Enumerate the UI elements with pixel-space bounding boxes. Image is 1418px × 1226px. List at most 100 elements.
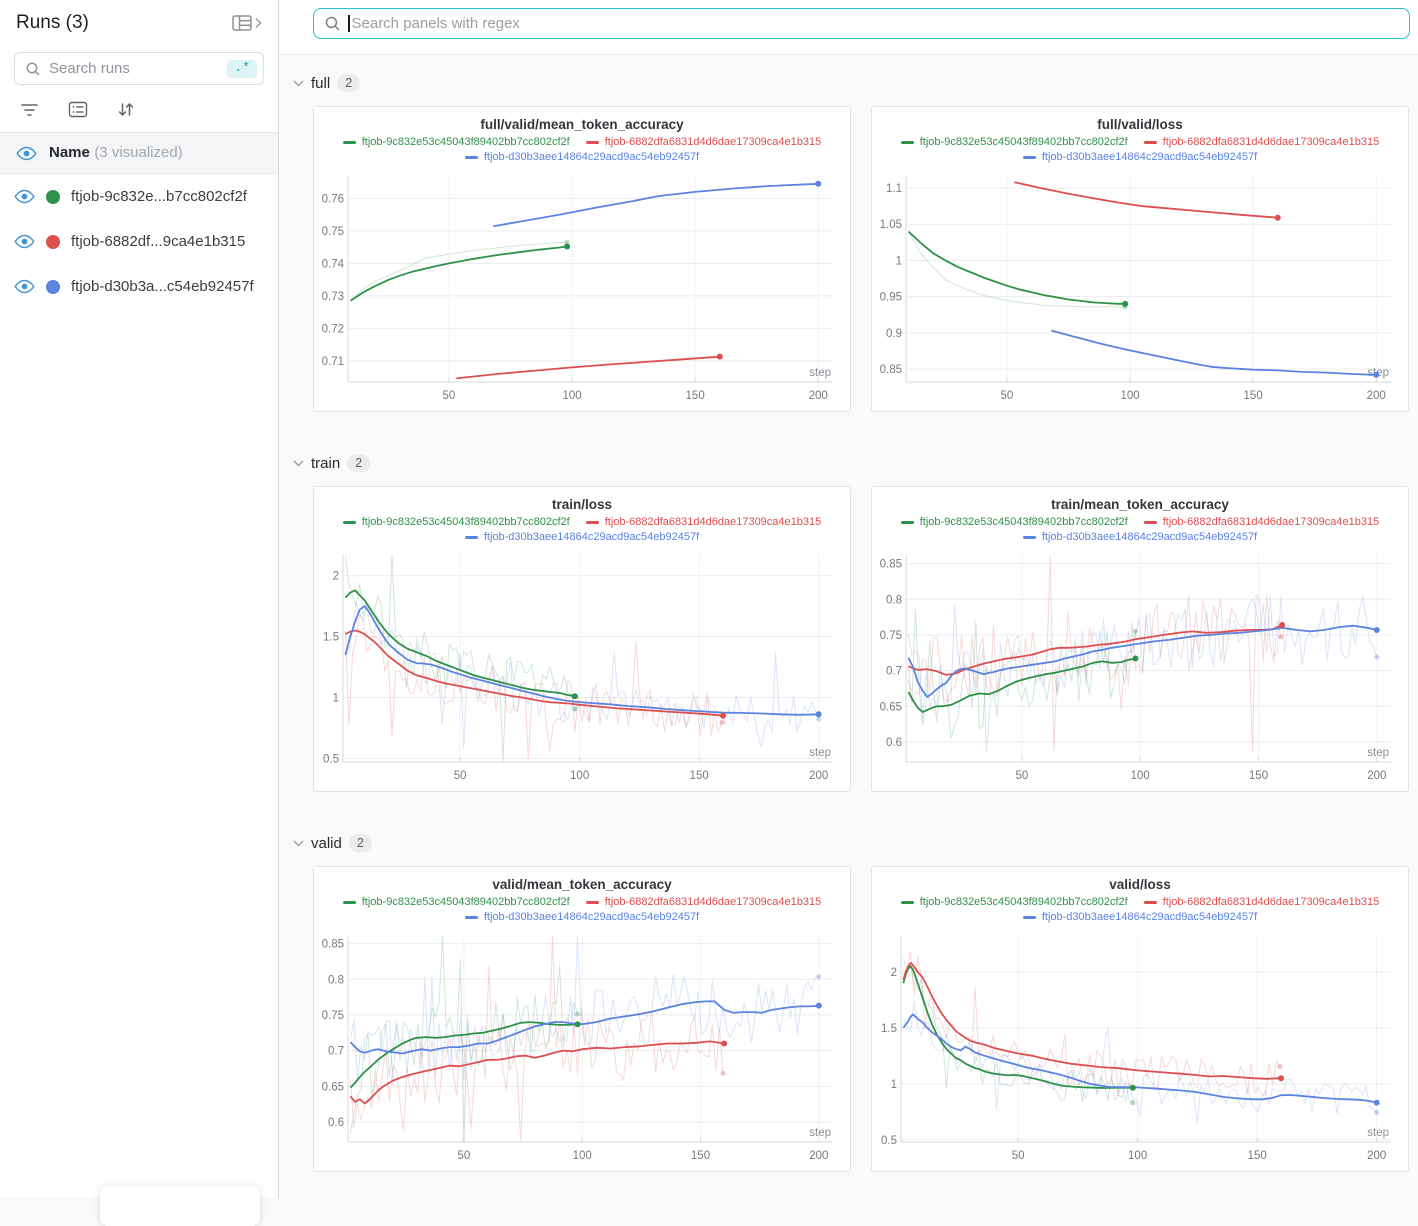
- legend-entry: ftjob-d30b3aee14864c29acd9ac54eb92457f: [465, 530, 699, 545]
- svg-text:150: 150: [690, 770, 709, 782]
- legend-run-name: ftjob-d30b3aee14864c29acd9ac54eb92457f: [484, 150, 699, 165]
- legend-dash-icon: [343, 521, 356, 524]
- svg-text:200: 200: [1367, 390, 1386, 402]
- chart-canvas[interactable]: 0.710.720.730.740.750.7650100150200step: [321, 167, 843, 405]
- visibility-eye-icon[interactable]: [14, 189, 35, 204]
- svg-text:1.05: 1.05: [880, 219, 902, 231]
- svg-text:step: step: [809, 367, 831, 379]
- svg-text:200: 200: [1367, 770, 1386, 782]
- visibility-eye-icon[interactable]: [14, 279, 35, 294]
- search-runs-input[interactable]: Search runs .*: [14, 52, 264, 85]
- svg-text:0.75: 0.75: [880, 630, 902, 642]
- chart-title: train/loss: [321, 497, 843, 512]
- legend-entry: ftjob-d30b3aee14864c29acd9ac54eb92457f: [1023, 910, 1257, 925]
- svg-text:0.9: 0.9: [886, 328, 902, 340]
- legend-dash-icon: [1144, 141, 1157, 144]
- section-header[interactable]: full 2: [293, 72, 1418, 94]
- chart-legend: ftjob-9c832e53c45043f89402bb7cc802cf2fft…: [321, 895, 843, 925]
- visualized-count: (3 visualized): [94, 144, 182, 161]
- legend-entry: ftjob-d30b3aee14864c29acd9ac54eb92457f: [465, 910, 699, 925]
- svg-text:step: step: [809, 747, 831, 759]
- svg-text:150: 150: [686, 390, 705, 402]
- chart-plot: 0.511.5250100150200step: [321, 547, 843, 785]
- panels-row: full/valid/mean_token_accuracy ftjob-9c8…: [313, 106, 1418, 412]
- legend-dash-icon: [465, 916, 478, 919]
- svg-text:0.8: 0.8: [886, 594, 902, 606]
- svg-text:1: 1: [896, 255, 902, 267]
- legend-entry: ftjob-6882dfa6831d4d6dae17309ca4e1b315: [1144, 515, 1380, 530]
- panel-train-loss[interactable]: train/loss ftjob-9c832e53c45043f89402bb7…: [313, 486, 851, 792]
- panels-row: valid/mean_token_accuracy ftjob-9c832e53…: [313, 866, 1418, 1172]
- svg-text:0.85: 0.85: [322, 939, 344, 951]
- legend-dash-icon: [1023, 916, 1036, 919]
- svg-text:0.6: 0.6: [886, 737, 902, 749]
- run-row[interactable]: ftjob-6882df...9ca4e1b315: [0, 219, 278, 264]
- chart-canvas[interactable]: 0.60.650.70.750.80.8550100150200step: [879, 547, 1401, 785]
- legend-dash-icon: [465, 536, 478, 539]
- panel-valid-loss[interactable]: valid/loss ftjob-9c832e53c45043f89402bb7…: [871, 866, 1409, 1172]
- svg-text:1: 1: [333, 692, 339, 704]
- list-view-icon[interactable]: [68, 101, 88, 118]
- svg-text:step: step: [809, 1127, 831, 1139]
- chart-canvas[interactable]: 0.511.5250100150200step: [879, 927, 1401, 1165]
- svg-text:50: 50: [1012, 1150, 1025, 1162]
- search-runs-placeholder: Search runs: [49, 60, 227, 77]
- chart-canvas[interactable]: 0.511.5250100150200step: [321, 547, 843, 785]
- run-color-dot: [46, 235, 60, 249]
- panel-full-valid-mean_token_accuracy[interactable]: full/valid/mean_token_accuracy ftjob-9c8…: [313, 106, 851, 412]
- runs-table-expand-button[interactable]: [231, 14, 262, 32]
- legend-dash-icon: [1144, 901, 1157, 904]
- svg-text:50: 50: [443, 390, 456, 402]
- search-panels-input[interactable]: Search panels with regex: [313, 8, 1410, 39]
- visibility-eye-icon[interactable]: [16, 146, 37, 161]
- chart-plot: 0.710.720.730.740.750.7650100150200step: [321, 167, 843, 405]
- svg-text:step: step: [1367, 1127, 1389, 1139]
- svg-text:50: 50: [454, 770, 467, 782]
- svg-text:200: 200: [1367, 1150, 1386, 1162]
- sort-icon[interactable]: [117, 101, 135, 118]
- legend-entry: ftjob-6882dfa6831d4d6dae17309ca4e1b315: [1144, 895, 1380, 910]
- svg-text:1.5: 1.5: [323, 632, 339, 644]
- svg-text:100: 100: [1131, 770, 1150, 782]
- legend-entry: ftjob-9c832e53c45043f89402bb7cc802cf2f: [901, 135, 1128, 150]
- legend-run-name: ftjob-d30b3aee14864c29acd9ac54eb92457f: [484, 530, 699, 545]
- panel-valid-mean_token_accuracy[interactable]: valid/mean_token_accuracy ftjob-9c832e53…: [313, 866, 851, 1172]
- legend-entry: ftjob-9c832e53c45043f89402bb7cc802cf2f: [343, 515, 570, 530]
- visibility-eye-icon[interactable]: [14, 234, 35, 249]
- legend-run-name: ftjob-9c832e53c45043f89402bb7cc802cf2f: [362, 135, 570, 150]
- panel-full-valid-loss[interactable]: full/valid/loss ftjob-9c832e53c45043f894…: [871, 106, 1409, 412]
- svg-text:200: 200: [809, 770, 828, 782]
- chart-title: full/valid/mean_token_accuracy: [321, 117, 843, 132]
- legend-dash-icon: [586, 901, 599, 904]
- legend-run-name: ftjob-9c832e53c45043f89402bb7cc802cf2f: [920, 135, 1128, 150]
- filter-icon[interactable]: [20, 102, 39, 118]
- svg-text:200: 200: [809, 390, 828, 402]
- legend-run-name: ftjob-6882dfa6831d4d6dae17309ca4e1b315: [1163, 135, 1380, 150]
- chart-legend: ftjob-9c832e53c45043f89402bb7cc802cf2fft…: [321, 515, 843, 545]
- legend-entry: ftjob-d30b3aee14864c29acd9ac54eb92457f: [1023, 530, 1257, 545]
- run-row[interactable]: ftjob-d30b3a...c54eb92457f: [0, 264, 278, 309]
- legend-entry: ftjob-d30b3aee14864c29acd9ac54eb92457f: [465, 150, 699, 165]
- panels-row: train/loss ftjob-9c832e53c45043f89402bb7…: [313, 486, 1418, 792]
- chart-legend: ftjob-9c832e53c45043f89402bb7cc802cf2fft…: [879, 895, 1401, 925]
- svg-text:150: 150: [1249, 770, 1268, 782]
- legend-run-name: ftjob-6882dfa6831d4d6dae17309ca4e1b315: [1163, 515, 1380, 530]
- chart-title: train/mean_token_accuracy: [879, 497, 1401, 512]
- run-row[interactable]: ftjob-9c832e...b7cc802cf2f: [0, 174, 278, 219]
- svg-text:1: 1: [891, 1079, 897, 1091]
- legend-dash-icon: [1144, 521, 1157, 524]
- chart-canvas[interactable]: 0.60.650.70.750.80.8550100150200step: [321, 927, 843, 1165]
- chart-canvas[interactable]: 0.850.90.9511.051.150100150200step: [879, 167, 1401, 405]
- section-header[interactable]: valid 2: [293, 832, 1418, 854]
- section-header[interactable]: train 2: [293, 452, 1418, 474]
- svg-text:0.95: 0.95: [880, 292, 902, 304]
- svg-text:0.71: 0.71: [322, 356, 344, 368]
- svg-text:0.7: 0.7: [886, 666, 902, 678]
- section-label: train: [311, 455, 340, 472]
- runs-name-header[interactable]: Name (3 visualized): [0, 133, 278, 174]
- svg-text:0.73: 0.73: [322, 291, 344, 303]
- regex-toggle-button[interactable]: .*: [227, 60, 257, 78]
- legend-run-name: ftjob-6882dfa6831d4d6dae17309ca4e1b315: [1163, 895, 1380, 910]
- chart-title: valid/loss: [879, 877, 1401, 892]
- panel-train-mean_token_accuracy[interactable]: train/mean_token_accuracy ftjob-9c832e53…: [871, 486, 1409, 792]
